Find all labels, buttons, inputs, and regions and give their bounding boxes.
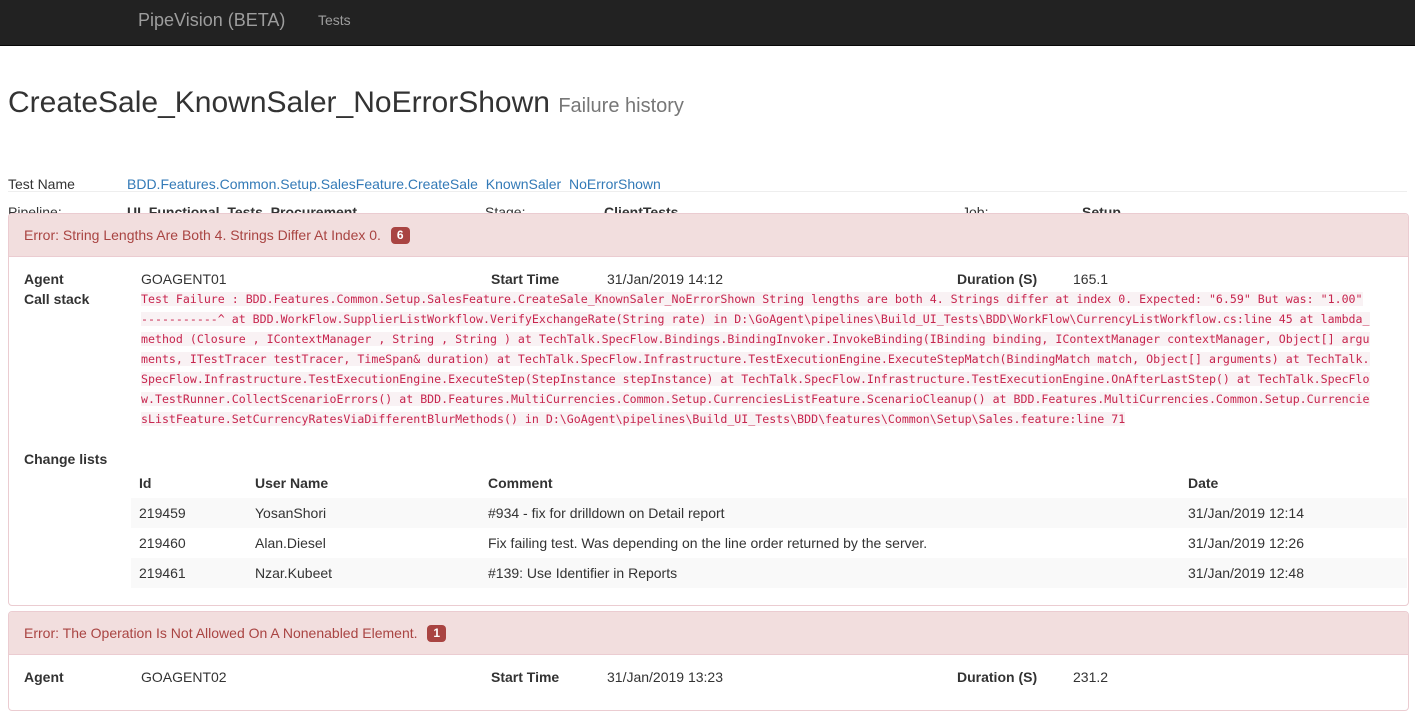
brand-link[interactable]: PipeVision (BETA) bbox=[138, 10, 285, 31]
call-stack-code: Test Failure : BDD.Features.Common.Setup… bbox=[141, 292, 1370, 426]
agent-label: Agent bbox=[24, 669, 64, 685]
start-time-label: Start Time bbox=[491, 271, 560, 287]
table-row: 219461 Nzar.Kubeet #139: Use Identifier … bbox=[131, 558, 1407, 588]
column-header-id: Id bbox=[139, 475, 152, 491]
change-list-table: Id User Name Comment Date 219459 YosanSh… bbox=[131, 468, 1407, 588]
change-lists-label: Change lists bbox=[24, 451, 108, 467]
column-header-comment: Comment bbox=[488, 475, 553, 491]
duration-value: 231.2 bbox=[1073, 669, 1109, 685]
cell-user: Nzar.Kubeet bbox=[255, 565, 333, 581]
cell-date: 31/Jan/2019 12:26 bbox=[1188, 535, 1304, 551]
agent-value: GOAGENT02 bbox=[141, 669, 227, 685]
duration-label: Duration (S) bbox=[957, 271, 1038, 287]
failure-count-badge: 6 bbox=[390, 227, 410, 244]
agent-value: GOAGENT01 bbox=[141, 271, 227, 287]
failure-heading[interactable]: Error: String Lengths Are Both 4. String… bbox=[9, 214, 1408, 257]
column-header-date: Date bbox=[1188, 475, 1219, 491]
cell-id: 219459 bbox=[139, 505, 186, 521]
column-header-user: User Name bbox=[255, 475, 329, 491]
test-name-label: Test Name bbox=[8, 176, 75, 192]
cell-user: YosanShori bbox=[255, 505, 327, 521]
cell-comment: #934 - fix for drilldown on Detail repor… bbox=[488, 505, 725, 521]
error-message: Error: String Lengths Are Both 4. String… bbox=[24, 227, 381, 243]
failure-heading[interactable]: Error: The Operation Is Not Allowed On A… bbox=[9, 612, 1408, 655]
cell-id: 219461 bbox=[139, 565, 186, 581]
call-stack-label: Call stack bbox=[24, 291, 90, 307]
top-navbar: PipeVision (BETA) Tests bbox=[0, 0, 1415, 46]
error-message: Error: The Operation Is Not Allowed On A… bbox=[24, 625, 418, 641]
cell-date: 31/Jan/2019 12:48 bbox=[1188, 565, 1304, 581]
divider bbox=[8, 191, 1407, 192]
test-title: CreateSale_KnownSaler_NoErrorShown bbox=[8, 86, 550, 119]
failure-panel: Error: String Lengths Are Both 4. String… bbox=[8, 213, 1409, 606]
nav-link-tests[interactable]: Tests bbox=[318, 12, 351, 28]
cell-id: 219460 bbox=[139, 535, 186, 551]
page-subtitle: Failure history bbox=[558, 95, 684, 117]
test-name-link[interactable]: BDD.Features.Common.Setup.SalesFeature.C… bbox=[127, 176, 661, 192]
duration-label: Duration (S) bbox=[957, 669, 1038, 685]
table-header-row: Id User Name Comment Date bbox=[131, 468, 1407, 498]
failure-count-badge: 1 bbox=[427, 625, 447, 642]
cell-comment: #139: Use Identifier in Reports bbox=[488, 565, 678, 581]
table-row: 219459 YosanShori #934 - fix for drilldo… bbox=[131, 498, 1407, 528]
agent-label: Agent bbox=[24, 271, 64, 287]
start-time-value: 31/Jan/2019 14:12 bbox=[607, 271, 723, 287]
cell-user: Alan.Diesel bbox=[255, 535, 326, 551]
start-time-label: Start Time bbox=[491, 669, 560, 685]
start-time-value: 31/Jan/2019 13:23 bbox=[607, 669, 723, 685]
failure-panel: Error: The Operation Is Not Allowed On A… bbox=[8, 611, 1409, 711]
cell-comment: Fix failing test. Was depending on the l… bbox=[488, 535, 928, 551]
duration-value: 165.1 bbox=[1073, 271, 1109, 287]
page-title: CreateSale_KnownSaler_NoErrorShown Failu… bbox=[8, 86, 684, 120]
table-row: 219460 Alan.Diesel Fix failing test. Was… bbox=[131, 528, 1407, 558]
cell-date: 31/Jan/2019 12:14 bbox=[1188, 505, 1304, 521]
call-stack-text: Test Failure : BDD.Features.Common.Setup… bbox=[141, 289, 1371, 429]
